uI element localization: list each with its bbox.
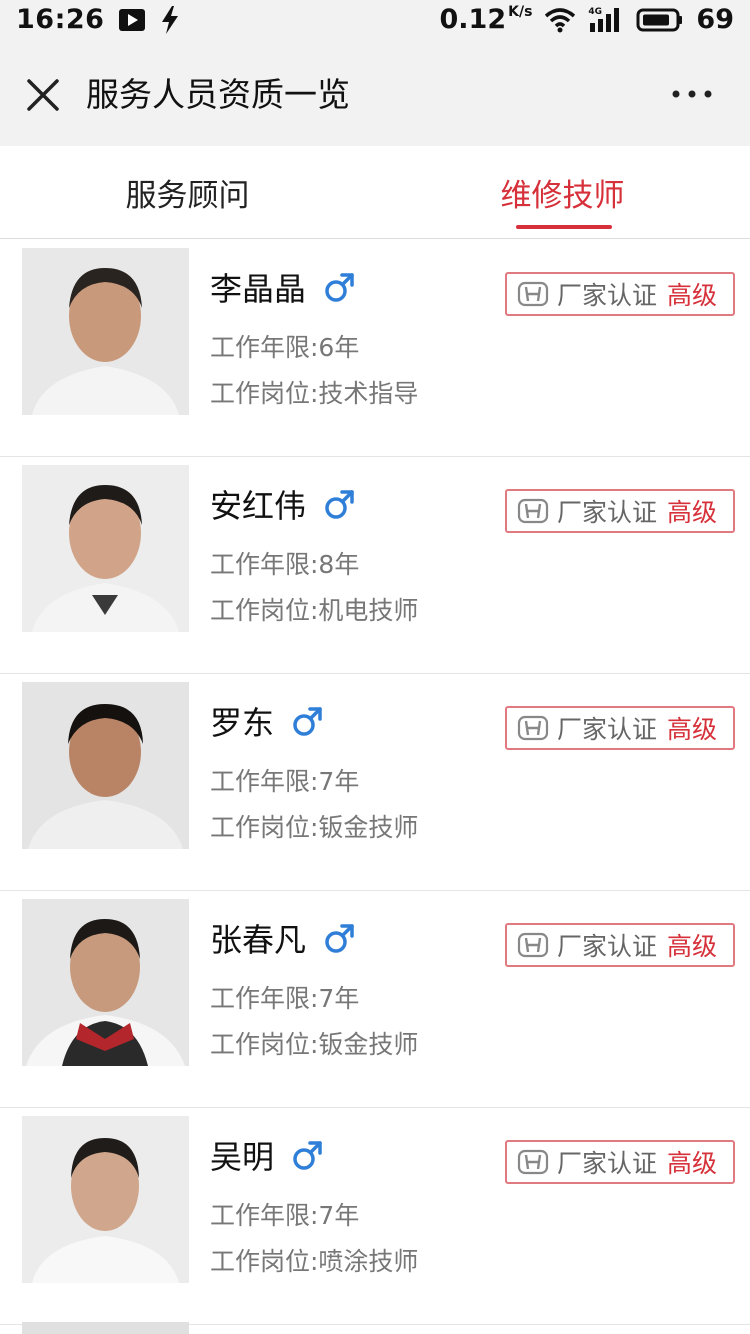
cert-label: 厂家认证	[557, 1149, 658, 1178]
cert-label: 厂家认证	[557, 715, 658, 744]
staff-name: 罗东	[210, 704, 275, 742]
cert-badge: 厂家认证 高级	[505, 272, 735, 316]
work-years: 工作年限:6年	[210, 333, 360, 362]
avatar	[22, 899, 189, 1066]
staff-name: 安红伟	[210, 487, 307, 525]
list-item[interactable]: 张春凡 工作年限:7年 工作岗位:钣金技师 厂家认证 高级	[0, 891, 750, 1108]
avatar	[22, 248, 189, 415]
cert-label: 厂家认证	[557, 498, 658, 527]
avatar	[22, 682, 189, 849]
honda-logo-icon	[517, 932, 549, 958]
cert-badge: 厂家认证 高级	[505, 1140, 735, 1184]
close-icon[interactable]	[26, 78, 60, 112]
battery-icon	[636, 8, 683, 31]
male-icon	[325, 273, 354, 302]
status-left: 16:26	[16, 4, 180, 35]
signal-icon	[590, 7, 620, 32]
work-years: 工作年限:7年	[210, 984, 360, 1013]
person-photo-icon	[22, 1116, 189, 1283]
status-right: 0.12 K/s 4G 69	[440, 4, 735, 35]
work-years: 工作年限:7年	[210, 1201, 360, 1230]
tab-bar: 服务顾问 维修技师	[0, 146, 750, 239]
name-row: 吴明	[210, 1132, 324, 1178]
cert-level: 高级	[667, 1149, 718, 1178]
nav-bar: 服务人员资质一览	[0, 46, 750, 146]
list-item[interactable]: 安红伟 工作年限:8年 工作岗位:机电技师 厂家认证 高级	[0, 457, 750, 674]
video-icon	[119, 8, 146, 31]
cert-label: 厂家认证	[557, 281, 658, 310]
male-icon	[325, 924, 354, 953]
work-position: 工作岗位:机电技师	[210, 596, 419, 625]
work-years: 工作年限:8年	[210, 550, 360, 579]
staff-list: 李晶晶 工作年限:6年 工作岗位:技术指导 厂家认证 高级 安红伟 工作年限:8…	[0, 240, 750, 1325]
person-photo-icon	[22, 899, 189, 1066]
cert-level: 高级	[667, 715, 718, 744]
cert-badge: 厂家认证 高级	[505, 489, 735, 533]
list-item[interactable]: 吴明 工作年限:7年 工作岗位:喷涂技师 厂家认证 高级	[0, 1108, 750, 1325]
name-row: 安红伟	[210, 481, 356, 527]
cert-level: 高级	[667, 281, 718, 310]
staff-name: 张春凡	[210, 921, 307, 959]
status-bar: 16:26 0.12 K/s 4G 69	[0, 0, 750, 46]
work-position: 工作岗位:钣金技师	[210, 813, 419, 842]
person-photo-icon	[22, 682, 189, 849]
tab-service-advisor[interactable]: 服务顾问	[0, 146, 375, 238]
speed-unit: K/s	[508, 4, 533, 20]
wifi-icon	[545, 7, 576, 32]
list-item[interactable]: 罗东 工作年限:7年 工作岗位:钣金技师 厂家认证 高级	[0, 674, 750, 891]
honda-logo-icon	[517, 281, 549, 307]
person-photo-icon	[22, 248, 189, 415]
cellular-signal: 4G	[588, 7, 624, 33]
work-years: 工作年限:7年	[210, 767, 360, 796]
male-icon	[325, 490, 354, 519]
battery-level: 69	[696, 4, 734, 35]
work-position: 工作岗位:喷涂技师	[210, 1247, 419, 1276]
honda-logo-icon	[517, 1149, 549, 1175]
work-position: 工作岗位:钣金技师	[210, 1030, 419, 1059]
avatar	[22, 465, 189, 632]
cert-label: 厂家认证	[557, 932, 658, 961]
honda-logo-icon	[517, 498, 549, 524]
avatar	[22, 1116, 189, 1283]
cert-badge: 厂家认证 高级	[505, 923, 735, 967]
tab-active-indicator	[516, 225, 612, 229]
speed-value: 0.12	[439, 4, 507, 35]
work-position: 工作岗位:技术指导	[210, 379, 419, 408]
next-avatar-peek	[22, 1322, 189, 1334]
more-icon[interactable]	[672, 88, 712, 100]
name-row: 张春凡	[210, 915, 356, 961]
staff-name: 吴明	[210, 1138, 275, 1176]
honda-logo-icon	[517, 715, 549, 741]
status-time: 16:26	[16, 4, 105, 35]
cert-badge: 厂家认证 高级	[505, 706, 735, 750]
staff-name: 李晶晶	[210, 270, 307, 308]
cert-level: 高级	[667, 498, 718, 527]
male-icon	[293, 707, 322, 736]
network-speed: 0.12 K/s	[440, 4, 533, 35]
cert-level: 高级	[667, 932, 718, 961]
lightning-icon	[162, 5, 179, 34]
name-row: 罗东	[210, 698, 324, 744]
list-item[interactable]: 李晶晶 工作年限:6年 工作岗位:技术指导 厂家认证 高级	[0, 240, 750, 457]
page-title: 服务人员资质一览	[86, 75, 350, 114]
name-row: 李晶晶	[210, 264, 356, 310]
male-icon	[293, 1141, 322, 1170]
person-photo-icon	[22, 465, 189, 632]
